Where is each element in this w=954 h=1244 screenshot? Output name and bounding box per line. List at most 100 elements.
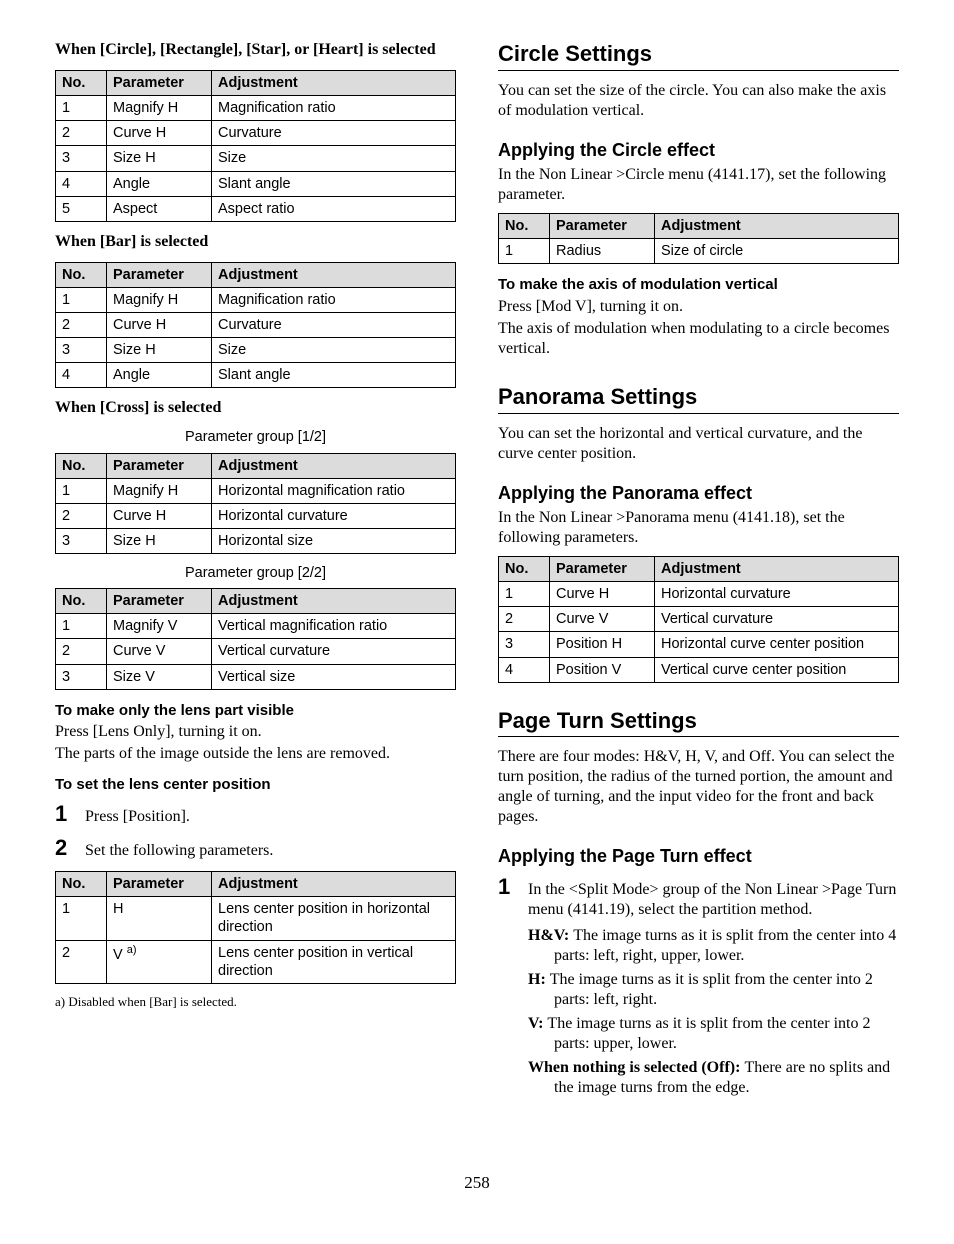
- cell-param: Curve V: [107, 639, 212, 664]
- footnote-a: a) Disabled when [Bar] is selected.: [55, 994, 456, 1010]
- th-param: Parameter: [550, 557, 655, 582]
- def-v: V: The image turns as it is split from t…: [528, 1014, 899, 1054]
- cell-param: Magnify H: [107, 96, 212, 121]
- cell-adj: Slant angle: [212, 171, 456, 196]
- step-item: 2 Set the following parameters.: [55, 837, 456, 861]
- cell-param: Size H: [107, 146, 212, 171]
- th-adj: Adjustment: [212, 589, 456, 614]
- th-adj: Adjustment: [655, 557, 899, 582]
- panorama-intro: You can set the horizontal and vertical …: [498, 424, 899, 464]
- th-adj: Adjustment: [212, 872, 456, 897]
- def-body: The image turns as it is split from the …: [547, 1015, 870, 1052]
- def-term: H&V:: [528, 927, 573, 944]
- cell-adj: Horizontal magnification ratio: [212, 478, 456, 503]
- def-term: V:: [528, 1015, 547, 1032]
- th-param: Parameter: [107, 262, 212, 287]
- page-turn-steps: 1 In the <Split Mode> group of the Non L…: [498, 876, 899, 1102]
- cell-param: Size V: [107, 664, 212, 689]
- th-no: No.: [56, 262, 107, 287]
- cell-adj: Vertical curve center position: [655, 657, 899, 682]
- cell-adj: Vertical size: [212, 664, 456, 689]
- page-turn-intro: There are four modes: H&V, H, V, and Off…: [498, 747, 899, 827]
- step-number-1: 1: [55, 803, 71, 825]
- heading-circle-rect-star-heart: When [Circle], [Rectangle], [Star], or […: [55, 40, 456, 60]
- cell-param: Magnify H: [107, 478, 212, 503]
- table-panorama: No.ParameterAdjustment 1Curve HHorizonta…: [498, 556, 899, 683]
- def-body: The image turns as it is split from the …: [554, 927, 896, 964]
- def-h: H: The image turns as it is split from t…: [528, 970, 899, 1010]
- cell-adj: Size of circle: [655, 239, 899, 264]
- lens-only-line2: The parts of the image outside the lens …: [55, 744, 456, 764]
- cell-adj: Lens center position in horizontal direc…: [212, 897, 456, 940]
- cell-no: 1: [56, 897, 107, 940]
- cell-no: 3: [56, 664, 107, 689]
- cell-param: Aspect: [107, 196, 212, 221]
- cell-param: Size H: [107, 338, 212, 363]
- cell-param: Angle: [107, 363, 212, 388]
- cell-adj: Magnification ratio: [212, 96, 456, 121]
- cell-adj: Size: [212, 146, 456, 171]
- heading-apply-panorama: Applying the Panorama effect: [498, 482, 899, 505]
- cell-adj: Horizontal curve center position: [655, 632, 899, 657]
- footnote-ref: a): [127, 944, 137, 956]
- def-term: When nothing is selected (Off):: [528, 1059, 744, 1076]
- cell-adj: Horizontal size: [212, 528, 456, 553]
- th-no: No.: [56, 872, 107, 897]
- cell-no: 2: [56, 639, 107, 664]
- th-no: No.: [499, 557, 550, 582]
- th-adj: Adjustment: [655, 214, 899, 239]
- cell-adj: Curvature: [212, 313, 456, 338]
- th-adj: Adjustment: [212, 453, 456, 478]
- axis-line1: Press [Mod V], turning it on.: [498, 297, 899, 317]
- th-param: Parameter: [550, 214, 655, 239]
- cell-no: 3: [56, 338, 107, 363]
- cell-param: Curve H: [107, 121, 212, 146]
- th-param: Parameter: [107, 872, 212, 897]
- cell-no: 2: [499, 607, 550, 632]
- circle-body: In the Non Linear >Circle menu (4141.17)…: [498, 165, 899, 205]
- section-circle-settings: Circle Settings: [498, 40, 899, 71]
- th-param: Parameter: [107, 71, 212, 96]
- cell-no: 2: [56, 121, 107, 146]
- th-adj: Adjustment: [212, 71, 456, 96]
- heading-cross: When [Cross] is selected: [55, 398, 456, 418]
- left-column: When [Circle], [Rectangle], [Star], or […: [55, 40, 456, 1112]
- cell-adj: Magnification ratio: [212, 287, 456, 312]
- step-body: In the <Split Mode> group of the Non Lin…: [528, 880, 899, 1102]
- cell-param: Position H: [550, 632, 655, 657]
- cell-param-text: V: [113, 946, 127, 962]
- table-circle: No.ParameterAdjustment 1RadiusSize of ci…: [498, 213, 899, 264]
- cell-no: 1: [499, 239, 550, 264]
- definition-list: H&V: The image turns as it is split from…: [528, 926, 899, 1098]
- cell-no: 2: [56, 940, 107, 983]
- cell-no: 1: [56, 96, 107, 121]
- cell-param: H: [107, 897, 212, 940]
- page-number: 258: [55, 1172, 899, 1193]
- heading-apply-page-turn: Applying the Page Turn effect: [498, 845, 899, 868]
- cell-no: 4: [56, 363, 107, 388]
- cell-no: 3: [56, 146, 107, 171]
- cell-adj: Size: [212, 338, 456, 363]
- cell-param: Curve H: [550, 582, 655, 607]
- heading-axis-vertical: To make the axis of modulation vertical: [498, 276, 899, 295]
- step-item: 1 In the <Split Mode> group of the Non L…: [498, 876, 899, 1102]
- heading-bar: When [Bar] is selected: [55, 232, 456, 252]
- cell-no: 1: [499, 582, 550, 607]
- step-item: 1 Press [Position].: [55, 803, 456, 827]
- cell-no: 4: [499, 657, 550, 682]
- cell-no: 4: [56, 171, 107, 196]
- param-group-2-2: Parameter group [2/2]: [55, 564, 456, 582]
- step-text: Set the following parameters.: [85, 841, 456, 861]
- cell-no: 3: [499, 632, 550, 657]
- right-column: Circle Settings You can set the size of …: [498, 40, 899, 1112]
- cell-param: Curve H: [107, 503, 212, 528]
- cell-no: 3: [56, 528, 107, 553]
- cell-no: 1: [56, 287, 107, 312]
- cell-param: V a): [107, 940, 212, 983]
- cell-param: Radius: [550, 239, 655, 264]
- axis-line2: The axis of modulation when modulating t…: [498, 319, 899, 359]
- th-no: No.: [56, 589, 107, 614]
- cell-no: 2: [56, 313, 107, 338]
- step-number-1: 1: [498, 876, 514, 898]
- th-no: No.: [56, 453, 107, 478]
